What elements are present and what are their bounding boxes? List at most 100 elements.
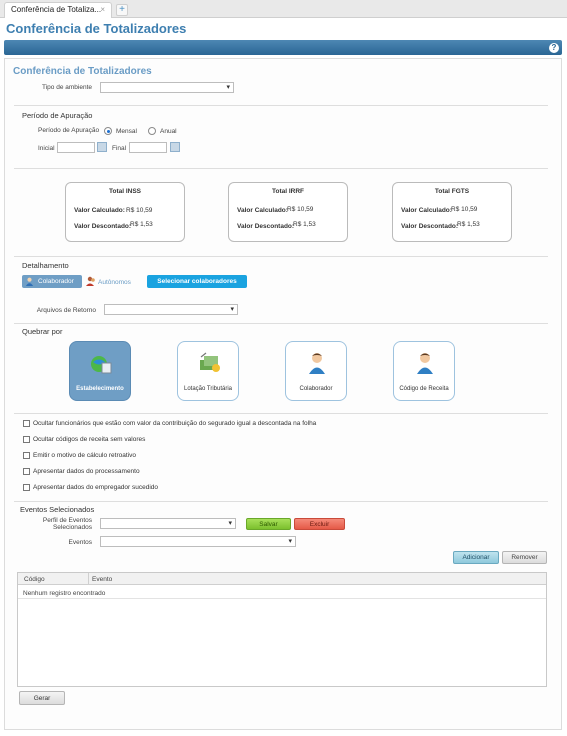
calc-label: Valor Calculado: [401,207,452,214]
close-icon[interactable]: × [100,5,105,14]
divider [14,168,548,169]
desc-label: Valor Descontado: [401,223,459,230]
total-inss-card: Total INSS Valor Calculado: R$ 10,59 Val… [65,182,185,242]
checkbox-ocultar-funcionarios[interactable] [23,420,30,427]
desc-label: Valor Descontado: [74,223,132,230]
money-icon [200,352,220,372]
quebrar-estabelecimento[interactable]: Estabelecimento [69,341,131,401]
eventos-heading: Eventos Selecionados [20,505,95,514]
checkbox-empregador-sucedido[interactable] [23,484,30,491]
checkbox-label: Emitir o motivo de cálculo retroativo [33,452,136,459]
quebrar-codigo-receita[interactable]: Código de Receita [393,341,455,401]
perfil-select[interactable]: ▾ [100,518,236,529]
radio-anual-label: Anual [160,128,177,135]
eventos-grid: Código Evento Nenhum registro encontrado [17,572,547,687]
checkbox-dados-processamento[interactable] [23,468,30,475]
quebrar-colaborador-label: Colaborador [299,386,333,392]
colaborador-toggle[interactable]: Colaborador [22,275,82,288]
salvar-button[interactable]: Salvar [246,518,291,530]
radio-anual[interactable] [148,127,156,135]
divider [14,501,548,502]
checkbox-motivo-retroativo[interactable] [23,452,30,459]
calendar-icon[interactable] [97,142,107,152]
empty-message: Nenhum registro encontrado [23,590,106,597]
column-evento[interactable]: Evento [92,576,112,583]
eventos-select[interactable]: ▾ [100,536,296,547]
building-globe-icon [91,356,112,374]
total-fgts-card: Total FGTS Valor Calculado: R$ 10,59 Val… [392,182,512,242]
calendar-icon[interactable] [170,142,180,152]
column-codigo[interactable]: Código [24,576,45,583]
quebrar-lotacao-label: Lotação Tributária [183,386,233,392]
user-icon [25,277,34,286]
quebrar-colaborador[interactable]: Colaborador [285,341,347,401]
desc-value: R$ 1,53 [130,221,153,228]
user-icon [309,353,325,374]
radio-mensal[interactable] [104,127,112,135]
add-tab-icon[interactable]: + [116,4,128,16]
quebrar-lotacao[interactable]: Lotação Tributária [177,341,239,401]
checkbox-label: Apresentar dados do empregador sucedido [33,484,159,491]
page-title: Conferência de Totalizadores [6,21,187,36]
colaborador-label: Colaborador [38,278,74,285]
adicionar-button[interactable]: Adicionar [453,551,499,564]
eventos-label: Eventos [68,539,93,546]
desc-value: R$ 1,53 [293,221,316,228]
divider [14,105,548,106]
chevron-down-icon: ▾ [228,520,232,527]
perfil-label: Perfil de Eventos [42,517,92,524]
checkbox-label: Ocultar códigos de receita sem valores [33,436,146,443]
calc-value: R$ 10,59 [126,207,153,214]
column-divider [88,573,89,585]
tab-label: Conferência de Totaliza... [11,5,102,14]
tab-conferencia[interactable]: Conferência de Totaliza... × [4,2,112,18]
autonomos-toggle[interactable]: Autônomos [98,279,131,286]
divider [14,413,548,414]
excluir-button[interactable]: Excluir [294,518,345,530]
remover-button[interactable]: Remover [502,551,547,564]
gerar-button[interactable]: Gerar [19,691,65,705]
help-icon[interactable]: ? [549,43,559,53]
card-title: Total IRRF [271,188,304,195]
checkbox-label: Ocultar funcionários que estão com valor… [33,420,317,427]
final-input[interactable] [129,142,167,153]
calc-label: Valor Calculado: [237,207,288,214]
grid-header: Código Evento [18,573,546,585]
calc-value: R$ 10,59 [287,206,314,213]
table-row: Nenhum registro encontrado [18,586,546,599]
tipo-ambiente-select[interactable]: ▾ [100,82,234,93]
selecionar-colaboradores-button[interactable]: Selecionar colaboradores [147,275,247,288]
user-icon [417,353,433,374]
desc-label: Valor Descontado: [237,223,295,230]
arquivos-label: Arquivos de Retorno [36,307,96,314]
perfil-label: Selecionados [52,524,92,531]
chevron-down-icon: ▾ [226,84,230,91]
quebrar-estabelecimento-label: Estabelecimento [76,386,124,392]
final-label: Final [112,145,127,152]
calc-label: Valor Calculado: [74,207,125,214]
arquivos-select[interactable]: ▾ [104,304,238,315]
periodo-label: Período de Apuração [38,127,100,134]
checkbox-label: Apresentar dados do processamento [33,468,140,475]
divider [14,256,548,257]
detalhamento-heading: Detalhamento [22,261,69,270]
chevron-down-icon: ▾ [230,306,234,313]
chevron-down-icon: ▾ [288,538,292,545]
inicial-label: Inicial [38,145,55,152]
toolbar [4,40,562,55]
form-title: Conferência de Totalizadores [13,66,152,77]
desc-value: R$ 1,53 [457,221,480,228]
inicial-input[interactable] [57,142,95,153]
checkbox-ocultar-codigos[interactable] [23,436,30,443]
radio-mensal-label: Mensal [116,128,137,135]
users-icon[interactable] [86,276,96,286]
total-irrf-card: Total IRRF Valor Calculado: R$ 10,59 Val… [228,182,348,242]
periodo-heading: Período de Apuração [22,111,93,120]
calc-value: R$ 10,59 [451,206,478,213]
quebrar-heading: Quebrar por [22,327,63,336]
divider [14,323,548,324]
card-title: Total INSS [108,188,142,195]
quebrar-codigo-receita-label: Código de Receita [399,386,449,392]
card-title: Total FGTS [434,188,470,195]
tipo-ambiente-label: Tipo de ambiente [42,84,92,91]
